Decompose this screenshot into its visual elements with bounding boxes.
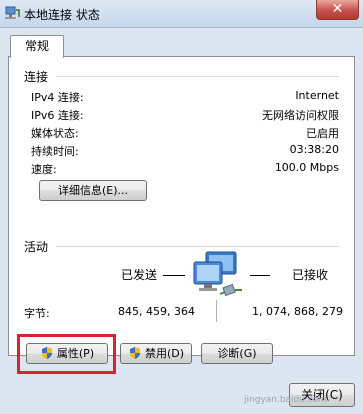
sent-dash	[163, 275, 185, 276]
sent-label: 已发送	[121, 268, 158, 282]
title-bar[interactable]: 本地连接 状态 ✕	[0, 0, 363, 28]
ipv6-label: IPv6 连接:	[31, 109, 84, 122]
bytes-divider	[216, 300, 217, 322]
disable-label: 禁用(D)	[144, 347, 185, 360]
watermark: jingyan.baidu.com	[244, 395, 328, 405]
duration-value: 03:38:20	[289, 143, 339, 156]
received-label: 已接收	[292, 268, 329, 282]
activity-separator	[56, 246, 339, 247]
diagnose-button[interactable]: 诊断(G)	[201, 343, 273, 364]
ipv4-value: Internet	[295, 89, 339, 102]
window-title: 本地连接 状态	[24, 8, 100, 22]
connection-separator	[56, 76, 339, 77]
connection-heading: 连接	[24, 70, 49, 84]
activity-heading: 活动	[24, 240, 49, 254]
ipv4-label: IPv4 连接:	[31, 91, 84, 104]
tab-bar: 常规	[8, 32, 355, 58]
bytes-sent-value: 845, 459, 364	[118, 305, 195, 318]
network-icon	[5, 6, 20, 19]
network-computers-icon	[193, 251, 242, 297]
uac-shield-icon	[129, 347, 140, 359]
media-state-label: 媒体状态:	[31, 127, 79, 140]
received-dash	[250, 275, 270, 276]
duration-label: 持续时间:	[31, 145, 79, 158]
bytes-received-value: 1, 074, 868, 279	[252, 305, 343, 318]
tab-general[interactable]: 常规	[10, 35, 64, 58]
status-window: 本地连接 状态 ✕ 常规 连接 IPv4 连接: Internet IPv6 连…	[0, 0, 363, 414]
properties-highlight-box	[17, 334, 116, 374]
disable-button[interactable]: 禁用(D)	[120, 343, 192, 364]
details-button[interactable]: 详细信息(E)...	[39, 180, 147, 201]
window-close-button[interactable]: ✕	[316, 0, 359, 20]
bytes-label: 字节:	[24, 307, 50, 320]
speed-value: 100.0 Mbps	[274, 161, 339, 174]
close-icon: ✕	[331, 1, 344, 17]
speed-label: 速度:	[31, 163, 57, 176]
ipv6-value: 无网络访问权限	[262, 109, 339, 122]
media-state-value: 已启用	[306, 127, 339, 140]
